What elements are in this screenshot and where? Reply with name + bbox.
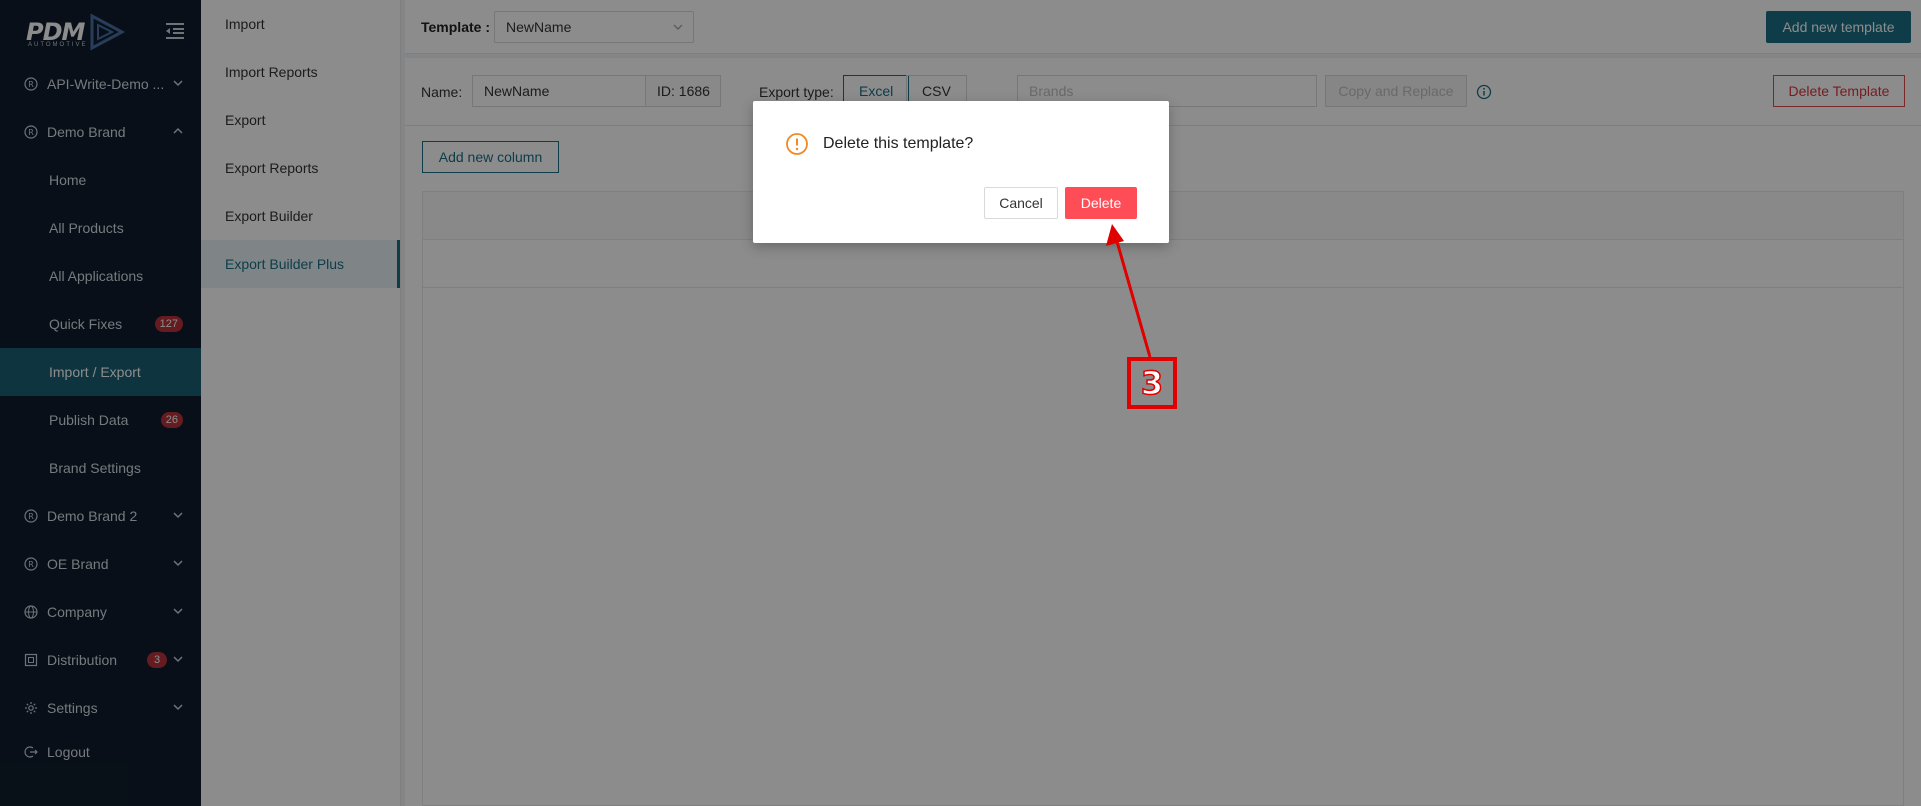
delete-button[interactable]: Delete — [1065, 187, 1137, 219]
cancel-button[interactable]: Cancel — [984, 187, 1058, 219]
step-number-badge: 3 — [1127, 357, 1177, 409]
step-number: 3 — [1140, 363, 1164, 403]
delete-confirm-dialog: Delete this template? Cancel Delete — [753, 101, 1169, 243]
dialog-title: Delete this template? — [823, 135, 974, 152]
exclamation-circle-icon — [786, 133, 808, 155]
